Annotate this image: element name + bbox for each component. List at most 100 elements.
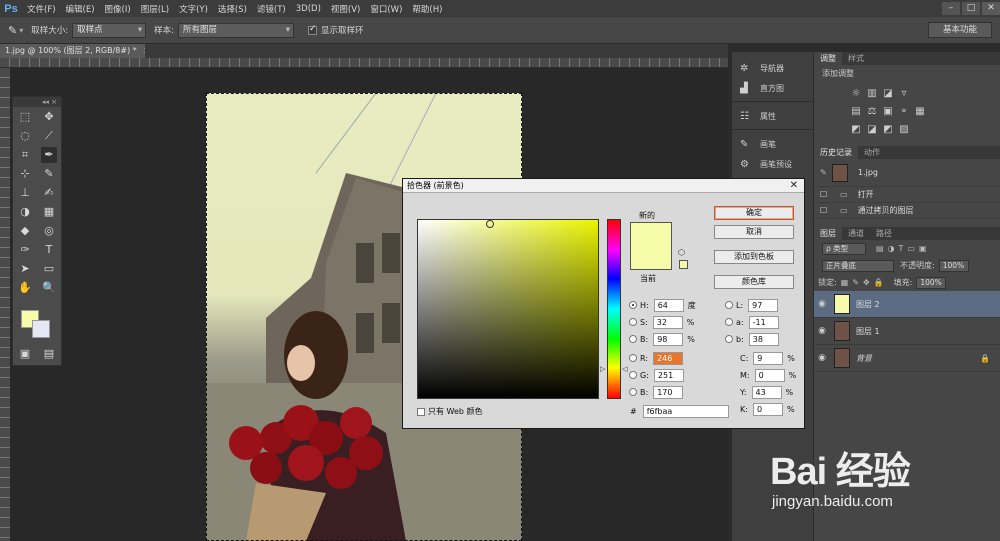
document-tab[interactable]: 1.jpg @ 100% (图层 2, RGB/8#) * × [0,44,150,58]
exposure-icon[interactable]: ▿ [896,88,912,99]
tab-channels[interactable]: 通道 [842,227,870,240]
background-color-swatch[interactable] [32,320,50,338]
tab-layers[interactable]: 图层 [814,227,842,240]
hue-radio[interactable] [629,301,637,309]
black-white-icon[interactable]: ▣ [880,106,896,117]
quick-select-tool-icon[interactable]: ⟋ [41,128,57,144]
ok-button[interactable]: 确定 [714,206,794,220]
horizontal-ruler[interactable] [0,58,728,68]
brush-presets-panel-button[interactable]: ⚙ 画笔预设 [732,154,813,174]
current-color-swatch[interactable] [630,246,672,270]
lab-b-input[interactable]: 38 [748,332,779,346]
history-item[interactable]: ☐ ▭ 通过拷贝的图层 [814,203,1000,219]
brightness-radio[interactable] [629,335,637,343]
navigator-panel-button[interactable]: ✲ 导航器 [732,58,813,78]
lab-a-input[interactable]: -11 [748,315,779,329]
tab-paths[interactable]: 路径 [870,227,898,240]
hue-arrow-right-icon[interactable]: ◁ [622,365,627,373]
toolbox-header[interactable]: ◂◂ × [13,97,61,107]
channel-mixer-icon[interactable]: ▦ [912,106,928,117]
eyedropper-tool-icon[interactable]: ✒ [41,146,57,163]
web-colors-only-option[interactable]: 只有 Web 颜色 [417,406,483,417]
menu-select[interactable]: 选择(S) [213,3,252,15]
history-item[interactable]: ☐ ▭ 打开 [814,187,1000,203]
eraser-tool-icon[interactable]: ◑ [17,204,33,220]
shape-tool-icon[interactable]: ▭ [41,261,57,277]
color-libraries-button[interactable]: 颜色库 [714,275,794,289]
tab-styles[interactable]: 样式 [842,52,870,65]
stamp-tool-icon[interactable]: ⊥ [17,185,33,201]
tab-history[interactable]: 历史记录 [814,146,858,159]
opacity-input[interactable]: 100% [938,259,969,272]
menu-edit[interactable]: 编辑(E) [61,3,100,15]
lab-b-radio[interactable] [725,335,733,343]
menu-view[interactable]: 视图(V) [326,3,365,15]
layer-item[interactable]: ◉ 背景 🔒 [814,345,1000,372]
eye-icon[interactable]: ◉ [814,299,830,309]
layer-kind-filter[interactable]: ρ 类型 [822,242,866,255]
color-balance-icon[interactable]: ⚖ [864,106,880,117]
brightness-icon[interactable]: ☼ [848,88,864,99]
saturation-brightness-field[interactable] [417,219,599,399]
tab-actions[interactable]: 动作 [858,146,886,159]
close-button[interactable]: ✕ [982,2,1000,15]
lasso-tool-icon[interactable]: ◌ [17,128,33,144]
cyan-input[interactable]: 9 [753,351,784,365]
eye-icon[interactable]: ◉ [814,353,830,363]
add-to-swatches-button[interactable]: 添加到色板 [714,250,794,264]
magenta-input[interactable]: 0 [754,368,785,382]
lock-icons[interactable]: ▦✎✥🔒 [841,278,888,287]
menu-image[interactable]: 图像(I) [100,3,136,15]
red-input[interactable]: 246 [653,351,684,365]
properties-panel-button[interactable]: ☷ 属性 [732,106,813,126]
blend-mode-select[interactable]: 正片叠底 [822,259,894,272]
menu-layer[interactable]: 图层(L) [136,3,174,15]
sample-select[interactable]: 所有图层 [177,22,294,38]
web-safe-swatch[interactable] [679,260,688,269]
brush-panel-button[interactable]: ✎ 画笔 [732,134,813,154]
quick-mask-icon[interactable]: ▣ [17,346,33,362]
hue-arrow-left-icon[interactable]: ▷ [600,365,605,373]
levels-icon[interactable]: ▥ [864,88,880,99]
saturation-radio[interactable] [629,318,637,326]
tab-adjustments[interactable]: 调整 [814,52,842,65]
dodge-tool-icon[interactable]: ◎ [41,223,57,239]
gradient-map-icon[interactable]: ▨ [896,124,912,135]
type-tool-icon[interactable]: T [41,242,57,258]
filter-icons[interactable]: ▤◑T▭▣ [876,244,931,253]
marquee-tool-icon[interactable]: ⬚ [17,109,33,125]
hand-tool-icon[interactable]: ✋ [17,280,33,296]
menu-window[interactable]: 窗口(W) [365,3,407,15]
lab-a-radio[interactable] [725,318,733,326]
maximize-button[interactable]: □ [962,2,980,15]
healing-tool-icon[interactable]: ⊹ [17,166,33,182]
history-snapshot[interactable]: ✎ 1.jpg [814,159,1000,187]
menu-file[interactable]: 文件(F) [22,3,61,15]
vibrance-icon[interactable]: ▤ [848,106,864,117]
threshold-icon[interactable]: ◩ [880,124,896,135]
blue-radio[interactable] [629,388,637,396]
hue-slider[interactable] [607,219,621,399]
menu-3d[interactable]: 3D(D) [291,4,326,14]
invert-icon[interactable]: ◩ [848,124,864,135]
posterize-icon[interactable]: ◪ [864,124,880,135]
fill-input[interactable]: 100% [916,276,947,289]
hue-input[interactable]: 64 [653,298,684,312]
pen-tool-icon[interactable]: ✑ [17,242,33,258]
menu-type[interactable]: 文字(Y) [174,3,213,15]
cancel-button[interactable]: 取消 [714,225,794,239]
eye-icon[interactable]: ◉ [814,326,830,336]
blur-tool-icon[interactable]: ◆ [17,223,33,239]
web-safe-cube-icon[interactable]: ⬡ [678,248,685,257]
eyedropper-icon[interactable]: ✎ [8,24,17,37]
tool-preset-dropdown-icon[interactable]: ▾ [19,26,23,35]
red-radio[interactable] [629,354,637,362]
lab-l-radio[interactable] [725,301,733,309]
menu-help[interactable]: 帮助(H) [407,3,447,15]
green-input[interactable]: 251 [653,368,684,382]
sample-size-select[interactable]: 取样点 [72,22,147,38]
saturation-input[interactable]: 32 [652,315,683,329]
gradient-tool-icon[interactable]: ▦ [41,204,57,220]
web-colors-checkbox[interactable] [417,407,425,416]
close-icon[interactable]: ✕ [790,179,798,193]
